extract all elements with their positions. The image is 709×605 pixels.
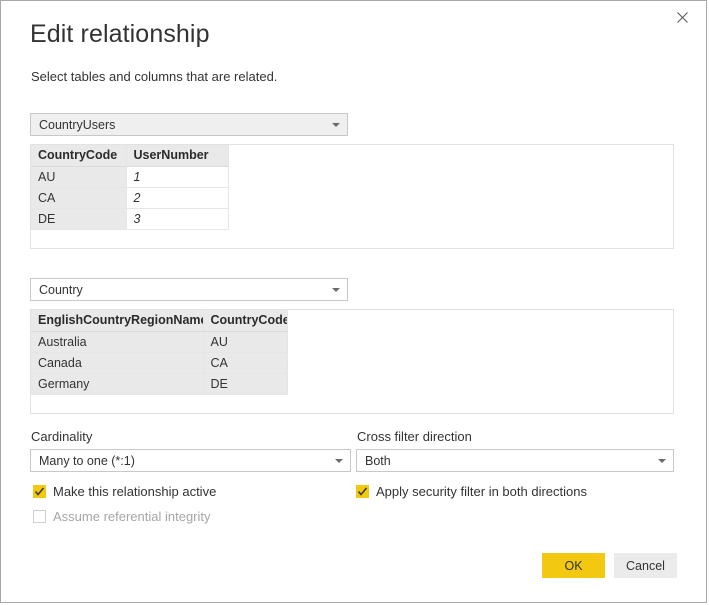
page-title: Edit relationship <box>30 20 210 48</box>
from-cell-countrycode: CA <box>31 187 127 209</box>
from-table-grid: CountryCode UserNumber AU 1 CA 2 DE 3 <box>31 145 229 230</box>
cross-filter-label: Cross filter direction <box>357 429 472 444</box>
checkbox-unchecked-icon <box>33 510 46 523</box>
from-cell-usernumber: 1 <box>126 166 229 188</box>
from-cell-countrycode: AU <box>31 166 127 188</box>
security-filter-checkbox[interactable]: Apply security filter in both directions <box>356 484 587 499</box>
from-col-header-0[interactable]: CountryCode <box>31 145 127 167</box>
chevron-down-icon <box>325 114 347 135</box>
table-header-row: EnglishCountryRegionName CountryCode <box>31 310 288 332</box>
to-cell-region: Germany <box>31 373 204 395</box>
table-row: CA 2 <box>31 187 229 209</box>
chevron-down-icon <box>651 450 673 471</box>
close-icon <box>677 11 688 23</box>
to-col-header-1[interactable]: CountryCode <box>203 310 288 332</box>
referential-integrity-label: Assume referential integrity <box>53 509 211 524</box>
to-cell-countrycode: CA <box>203 352 288 374</box>
close-button[interactable] <box>660 2 705 32</box>
to-col-header-0[interactable]: EnglishCountryRegionName <box>31 310 204 332</box>
cross-filter-select[interactable]: Both <box>356 449 674 472</box>
to-table-preview: EnglishCountryRegionName CountryCode Aus… <box>30 309 674 414</box>
checkbox-checked-icon <box>33 485 46 498</box>
from-cell-countrycode: DE <box>31 208 127 230</box>
from-table-preview: CountryCode UserNumber AU 1 CA 2 DE 3 <box>30 144 674 249</box>
to-table-select-value: Country <box>39 282 83 297</box>
cardinality-value: Many to one (*:1) <box>39 453 135 468</box>
table-header-row: CountryCode UserNumber <box>31 145 229 167</box>
chevron-down-icon <box>328 450 350 471</box>
table-row: Canada CA <box>31 352 288 374</box>
page-subtitle: Select tables and columns that are relat… <box>31 69 278 84</box>
table-row: Germany DE <box>31 373 288 395</box>
from-table-select-value: CountryUsers <box>39 117 116 132</box>
to-table-select[interactable]: Country <box>30 278 348 301</box>
cardinality-select[interactable]: Many to one (*:1) <box>30 449 351 472</box>
to-cell-region: Canada <box>31 352 204 374</box>
from-col-header-1[interactable]: UserNumber <box>126 145 229 167</box>
from-table-select[interactable]: CountryUsers <box>30 113 348 136</box>
make-active-checkbox[interactable]: Make this relationship active <box>33 484 216 499</box>
ok-button[interactable]: OK <box>542 553 605 578</box>
referential-integrity-checkbox: Assume referential integrity <box>33 509 211 524</box>
cross-filter-value: Both <box>365 453 391 468</box>
table-row: Australia AU <box>31 331 288 353</box>
from-cell-usernumber: 2 <box>126 187 229 209</box>
chevron-down-icon <box>325 279 347 300</box>
table-row: AU 1 <box>31 166 229 188</box>
to-cell-region: Australia <box>31 331 204 353</box>
cancel-button[interactable]: Cancel <box>614 553 677 578</box>
table-row: DE 3 <box>31 208 229 230</box>
to-table-grid: EnglishCountryRegionName CountryCode Aus… <box>31 310 288 395</box>
edit-relationship-dialog: Edit relationship Select tables and colu… <box>0 0 707 603</box>
to-cell-countrycode: DE <box>203 373 288 395</box>
make-active-label: Make this relationship active <box>53 484 217 499</box>
checkbox-checked-icon <box>356 485 369 498</box>
from-cell-usernumber: 3 <box>126 208 229 230</box>
security-filter-label: Apply security filter in both directions <box>376 484 587 499</box>
cardinality-label: Cardinality <box>31 429 93 444</box>
to-cell-countrycode: AU <box>203 331 288 353</box>
